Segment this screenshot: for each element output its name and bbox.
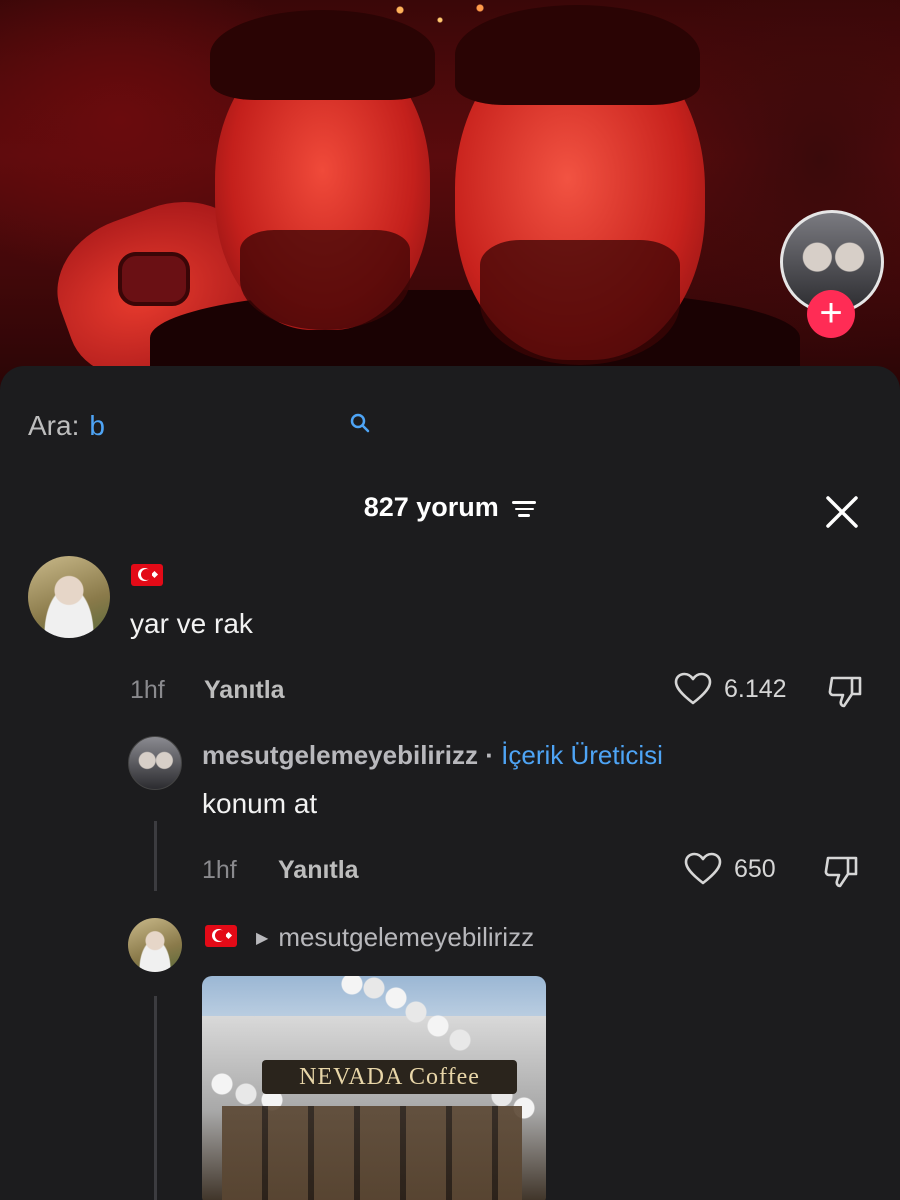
- reply-photo[interactable]: NEVADA Coffee: [202, 976, 546, 1200]
- close-icon: [826, 496, 858, 528]
- heart-icon: [674, 672, 712, 705]
- close-button[interactable]: [820, 490, 864, 534]
- like-count: 650: [734, 854, 776, 883]
- separator-dot: ·: [485, 740, 494, 770]
- photo-storefront: [222, 1106, 522, 1200]
- thread-line: [154, 996, 157, 1200]
- reply-to-username[interactable]: mesutgelemeyebilirizz: [278, 922, 534, 953]
- search-label: Ara:: [28, 410, 80, 441]
- comments-sheet: Ara: b 827 yorum yar ve rak 1hf Yanıtla …: [0, 366, 900, 1200]
- video-player[interactable]: +: [0, 0, 900, 390]
- comment-text: yar ve rak: [130, 608, 253, 639]
- comments-header: 827 yorum: [0, 492, 900, 523]
- video-person-right-hair: [455, 5, 700, 105]
- dislike-button[interactable]: [826, 672, 866, 717]
- creator-reply-avatar[interactable]: [128, 736, 182, 790]
- thumbs-down-icon: [824, 856, 858, 888]
- comment-time: 1hf: [130, 676, 165, 704]
- filter-icon[interactable]: [512, 497, 537, 521]
- search-icon[interactable]: [349, 412, 371, 440]
- reply-author[interactable]: mesutgelemeyebilirizz · İçerik Üreticisi: [202, 740, 663, 771]
- video-watch: [118, 252, 190, 306]
- reply-to[interactable]: ▶ mesutgelemeyebilirizz: [256, 922, 534, 953]
- creator-badge: İçerik Üreticisi: [501, 740, 663, 770]
- reply-time: 1hf: [202, 856, 237, 884]
- turkey-flag-icon: [205, 925, 237, 947]
- reply-button[interactable]: Yanıtla: [278, 856, 359, 885]
- like-button[interactable]: 650: [684, 852, 776, 886]
- heart-icon: [684, 852, 722, 885]
- video-person-right-beard: [480, 240, 680, 365]
- turkey-flag-icon: [131, 564, 163, 586]
- reply-username[interactable]: mesutgelemeyebilirizz: [202, 740, 478, 770]
- like-count: 6.142: [724, 674, 787, 703]
- like-button[interactable]: 6.142: [674, 672, 787, 706]
- caret-right-icon: ▶: [256, 929, 269, 947]
- reply-text: konum at: [202, 788, 318, 819]
- follow-plus-button[interactable]: +: [807, 290, 855, 338]
- video-person-left-hair: [210, 10, 435, 100]
- reply-button[interactable]: Yanıtla: [204, 676, 285, 705]
- redacted-text: [104, 424, 345, 428]
- photo-reply-avatar[interactable]: [128, 918, 182, 972]
- dislike-button[interactable]: [822, 852, 862, 897]
- comment-count: 827 yorum: [363, 492, 499, 522]
- photo-sign: NEVADA Coffee: [262, 1060, 517, 1094]
- thread-line: [154, 821, 157, 891]
- commenter-avatar[interactable]: [28, 556, 110, 638]
- thumbs-down-icon: [828, 676, 862, 708]
- video-person-left-beard: [240, 230, 410, 330]
- search-query[interactable]: b: [89, 410, 105, 442]
- search-suggestion[interactable]: Ara: b: [28, 406, 371, 446]
